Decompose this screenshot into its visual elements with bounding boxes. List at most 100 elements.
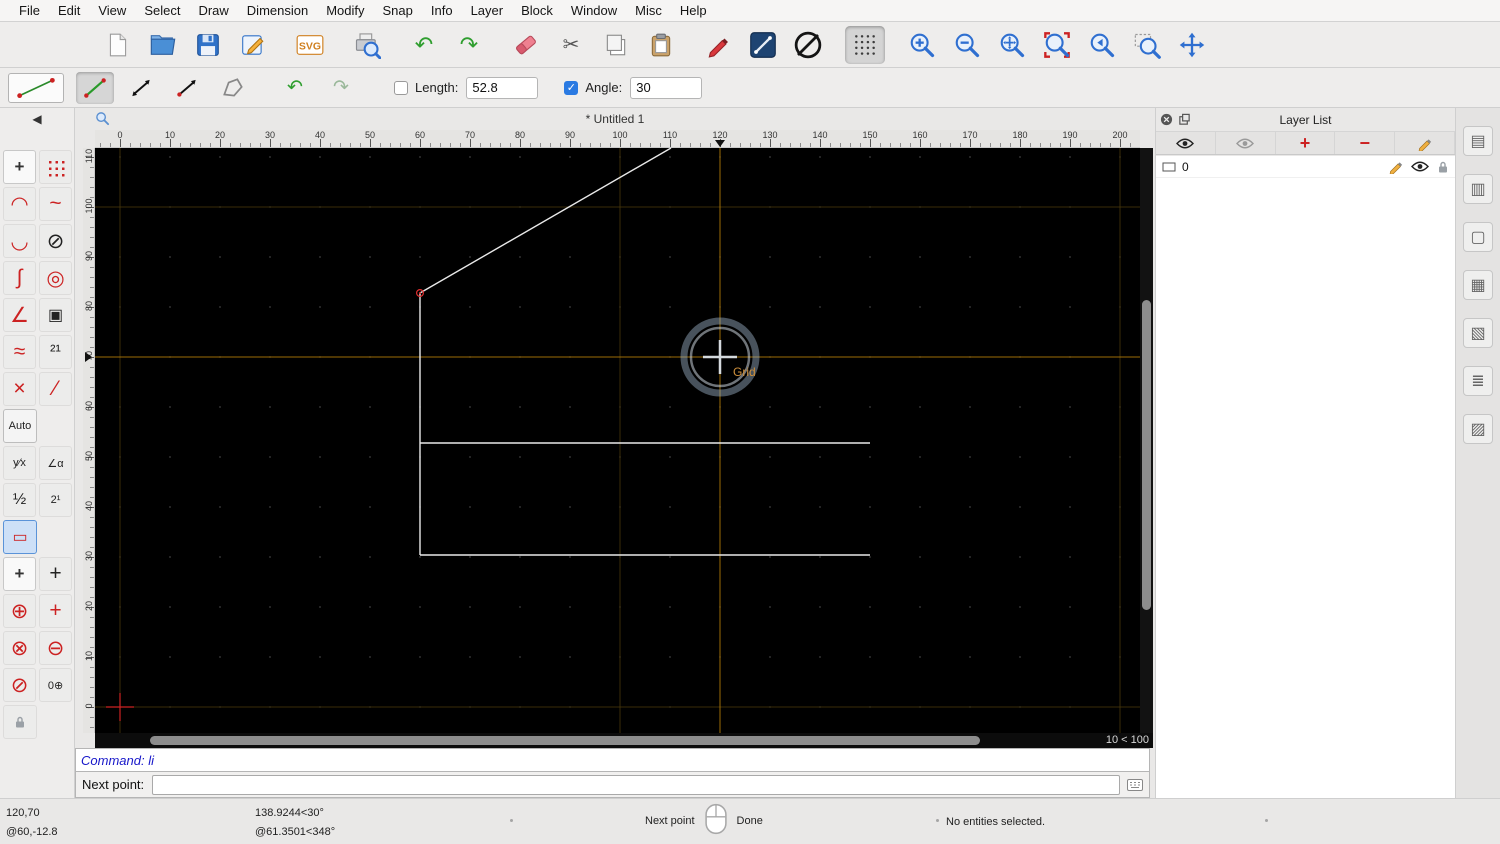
dock-clipboard-button[interactable]: ▨ [1463,414,1493,444]
snap-endpoint-button[interactable]: + [39,594,72,628]
delete-button[interactable] [506,26,546,64]
snap-center-button[interactable]: ⊖ [39,631,72,665]
edit-document-button[interactable] [233,26,273,64]
circle-tool-button[interactable]: ⊘ [39,224,72,258]
vertical-scrollbar[interactable] [1140,148,1153,733]
redo-button[interactable]: ↷ [449,26,489,64]
menu-item-info[interactable]: Info [422,3,462,18]
cut-button[interactable]: ✂ [551,26,591,64]
grid-toggle-button[interactable] [845,25,885,64]
dock-entity-list-button[interactable]: ▦ [1463,270,1493,300]
undo-button[interactable]: ↶ [404,26,444,64]
zoom-auto-button[interactable] [992,26,1032,64]
menu-item-modify[interactable]: Modify [317,3,373,18]
menu-item-draw[interactable]: Draw [189,3,237,18]
redo-segment-button[interactable]: ↷ [322,72,360,104]
snap-free-button[interactable]: + [39,557,72,591]
coordinate-entry-button[interactable]: y⁄x [3,446,36,480]
pen-button[interactable] [698,26,738,64]
more-snaps-button[interactable]: + [3,557,36,591]
line-tool-button[interactable] [743,26,783,64]
arc-tool-button[interactable]: ◠ [3,187,36,221]
command-history[interactable]: Command: li [75,748,1150,771]
menu-item-misc[interactable]: Misc [626,3,671,18]
points-tool-button[interactable] [39,150,72,184]
zoom-previous-button[interactable] [1037,26,1077,64]
freehand-tool-button[interactable]: ≈ [3,335,36,369]
rectangle-tool-button[interactable]: ▣ [39,298,72,332]
dock-library-browser-button[interactable]: ▥ [1463,174,1493,204]
ratio-entry-button[interactable]: 2¹ [39,483,72,517]
save-button[interactable] [188,26,228,64]
menu-item-dimension[interactable]: Dimension [238,3,317,18]
zoom-window-button[interactable] [1127,26,1167,64]
selection-rect-tool-button[interactable]: ▭ [3,520,37,554]
angle-checkbox[interactable]: ✓ [564,80,579,95]
close-panel-icon[interactable] [1160,113,1173,126]
menu-item-window[interactable]: Window [562,3,626,18]
line-two-arrows-mode-button[interactable] [122,72,160,104]
add-layer-button[interactable]: + [1276,132,1336,154]
tangent-tool-button[interactable]: ∠ [3,298,36,332]
angle-entry-button[interactable]: ∠α [39,446,72,480]
hide-all-layers-button[interactable] [1216,132,1276,154]
spline-tool-button[interactable]: ~ [39,187,72,221]
undo-segment-button[interactable]: ↶ [276,72,314,104]
half-divide-button[interactable]: ½ [3,483,36,517]
horizontal-scrollbar[interactable]: 10 < 100 [95,733,1153,748]
curve-tool-button[interactable]: ∫ [3,261,36,295]
zoom-out-button[interactable] [947,26,987,64]
dock-block-list-button[interactable]: ▤ [1463,126,1493,156]
zoom-in-button[interactable] [902,26,942,64]
dock-layer-list-button[interactable]: ≣ [1463,366,1493,396]
open-file-button[interactable] [143,26,183,64]
menu-item-block[interactable]: Block [512,3,562,18]
length-checkbox[interactable] [394,80,408,95]
remove-layer-button[interactable]: − [1335,132,1396,154]
menu-item-file[interactable]: File [10,3,49,18]
zoom-redraw-button[interactable] [1082,26,1122,64]
drawing-canvas[interactable]: Grid [95,147,1140,733]
collapse-palette-button[interactable]: ◀ [0,108,74,130]
line-arrow-mode-button[interactable] [168,72,206,104]
print-preview-button[interactable] [347,26,387,64]
dock-command-widget-button[interactable]: ▢ [1463,222,1493,252]
keyboard-toggle-button[interactable] [1125,777,1145,793]
layer-lock-icon[interactable] [1437,160,1449,174]
circle-center-tool-button[interactable]: ◎ [39,261,72,295]
export-svg-button[interactable]: SVG [290,26,330,64]
edit-layer-button[interactable] [1395,132,1455,154]
horizontal-scrollbar-thumb[interactable] [150,736,980,745]
new-document-button[interactable] [98,26,138,64]
ellipse-tool-button[interactable] [788,26,828,64]
command-input[interactable] [152,774,1120,795]
angle-line-tool-button[interactable]: ∕ [39,372,72,406]
copy-button[interactable] [596,26,636,64]
cross-line-tool-button[interactable]: × [3,372,36,406]
menu-item-snap[interactable]: Snap [374,3,422,18]
show-all-layers-button[interactable] [1156,132,1216,154]
snap-middle-button[interactable]: ⊘ [3,668,36,702]
dock-entity-filter-button[interactable]: ▧ [1463,318,1493,348]
vertical-scrollbar-thumb[interactable] [1142,300,1151,610]
paste-button[interactable] [641,26,681,64]
layer-row[interactable]: 0 [1156,156,1455,178]
pan-button[interactable] [1172,26,1212,64]
menu-item-view[interactable]: View [89,3,135,18]
relative-zero-button[interactable]: 0⊕ [39,668,72,702]
layer-visibility-icon[interactable] [1411,161,1429,172]
detach-panel-icon[interactable] [1178,113,1191,126]
line-segments-mode-button[interactable] [76,71,114,104]
lock-relative-zero-button[interactable] [3,705,37,739]
length-input[interactable] [466,76,539,99]
snap-auto-button[interactable]: Auto [3,409,37,443]
menu-item-edit[interactable]: Edit [49,3,89,18]
menu-item-select[interactable]: Select [135,3,189,18]
snap-intersection-button[interactable]: ⊗ [3,631,36,665]
more-tools-button[interactable]: + [3,150,36,184]
polyline-mode-button[interactable] [214,72,252,104]
angle-input[interactable] [630,76,703,99]
layer-edit-icon[interactable] [1388,159,1403,174]
menu-item-help[interactable]: Help [671,3,716,18]
snap-grid-button[interactable]: ⊕ [3,594,36,628]
